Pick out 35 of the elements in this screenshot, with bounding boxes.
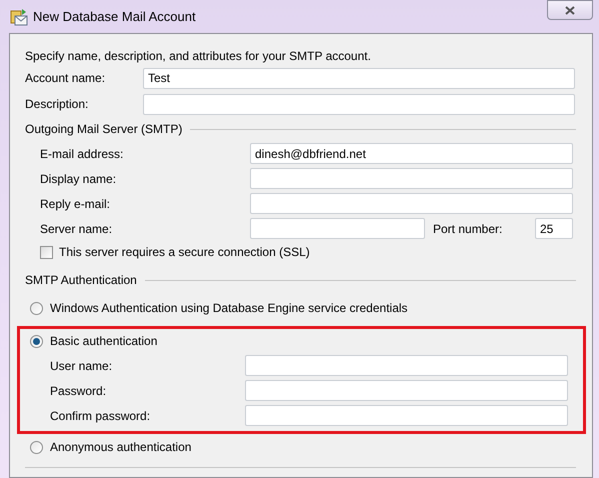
field-label: Port number:: [433, 220, 504, 238]
field-label: Display name:: [40, 170, 118, 188]
radio-button[interactable]: [30, 334, 43, 348]
group-heading: SMTP Authentication: [25, 272, 137, 289]
text-field[interactable]: [245, 380, 568, 401]
text-field[interactable]: [250, 193, 573, 214]
radio-button[interactable]: [30, 302, 43, 314]
checkbox-label: This server requires a secure connection (SSL): [59, 244, 310, 261]
text-field[interactable]: [250, 168, 573, 189]
text-field[interactable]: [245, 355, 568, 376]
field-label: Description:: [25, 96, 90, 113]
field-label: Reply e-mail:: [40, 196, 112, 212]
field-label: Password:: [50, 382, 108, 400]
text-field[interactable]: [143, 94, 575, 114]
field-label: E-mail address:: [40, 146, 124, 162]
text-field[interactable]: Test: [143, 68, 575, 88]
radio-button[interactable]: [30, 440, 43, 454]
intro-text: Specify name, description, and attributes for your SMTP account.: [25, 48, 372, 65]
radio-label: Basic authentication: [50, 333, 158, 350]
text-field[interactable]: [250, 218, 425, 239]
field-label: Confirm password:: [50, 408, 152, 424]
mail-account-icon: [10, 8, 28, 26]
close-button[interactable]: [547, 0, 593, 20]
window-title: New Database Mail Account: [33, 8, 196, 26]
port-field[interactable]: 25: [535, 218, 573, 239]
field-label: Server name:: [40, 220, 114, 238]
text-field[interactable]: dinesh@dbfriend.net: [250, 143, 573, 164]
field-label: Account name:: [25, 70, 106, 87]
radio-label: Windows Authentication using Database Engine service credentials: [50, 300, 408, 317]
checkbox[interactable]: [40, 246, 53, 258]
close-icon: [565, 6, 575, 14]
field-label: User name:: [50, 358, 114, 374]
text-field[interactable]: [245, 405, 568, 426]
radio-label: Anonymous authentication: [50, 439, 192, 456]
group-heading: Outgoing Mail Server (SMTP): [25, 121, 182, 138]
